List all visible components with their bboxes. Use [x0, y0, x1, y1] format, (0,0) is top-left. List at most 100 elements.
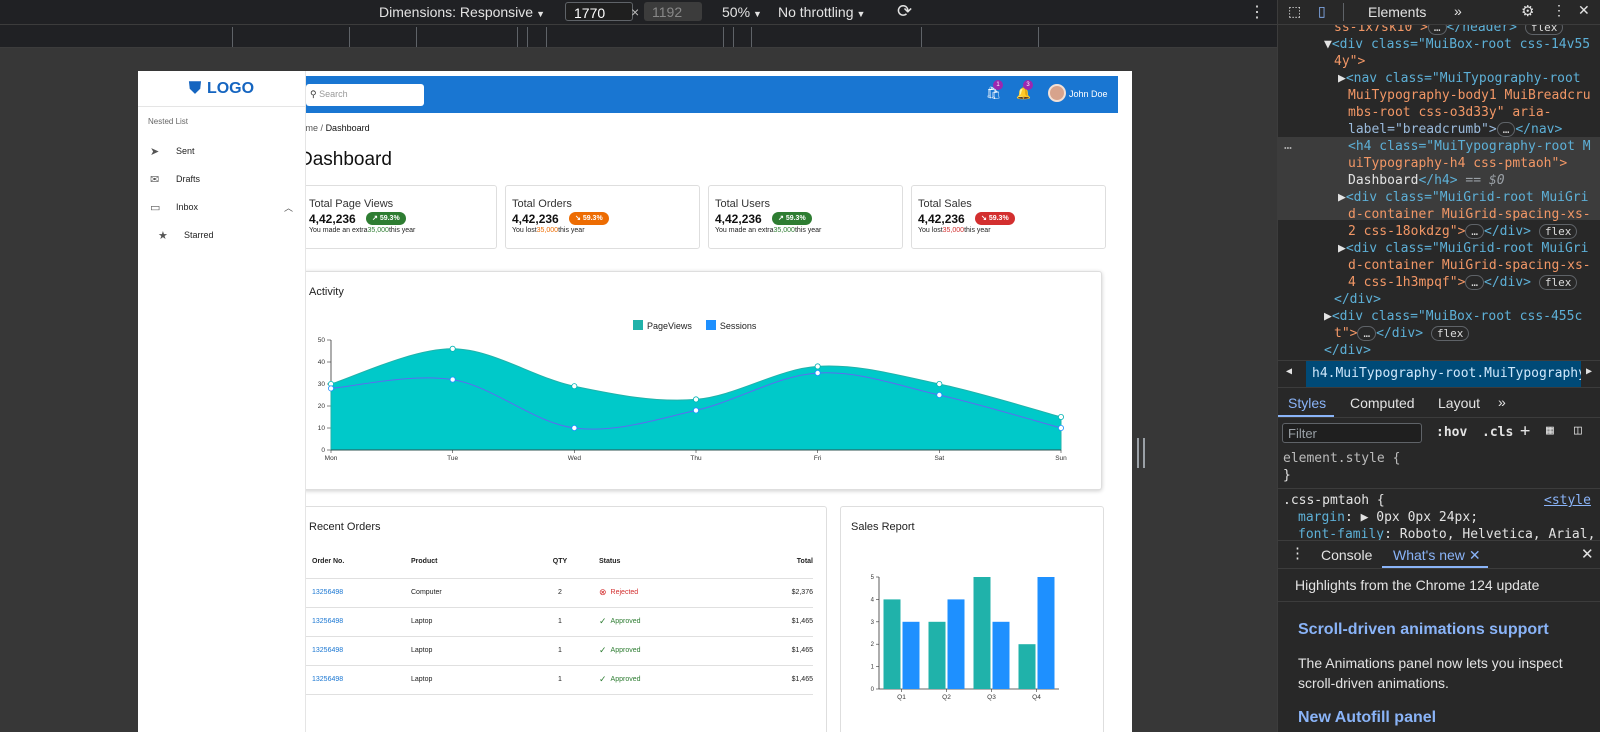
order-number-cell[interactable]: 13256498: [303, 665, 411, 695]
sidebar-item-starred[interactable]: ★ Starred: [138, 221, 305, 249]
check-circle-icon: ✓: [599, 616, 607, 626]
stat-title: Total Users: [715, 198, 771, 210]
dom-line-selected[interactable]: <h4 class="MuiTypography-root M: [1348, 138, 1591, 155]
data-point[interactable]: [1058, 413, 1065, 420]
dom-line[interactable]: ▼<div class="MuiBox-root css-14v55: [1324, 36, 1590, 53]
add-rule-icon[interactable]: +: [1520, 421, 1530, 441]
order-number-cell[interactable]: 13256498: [303, 636, 411, 666]
data-point[interactable]: [449, 376, 456, 383]
data-point[interactable]: [936, 381, 943, 388]
order-link[interactable]: 13256498: [312, 589, 343, 596]
table-row[interactable]: 13256498 Computer 2 ⊗ Rejected $2,376: [303, 578, 813, 608]
rotate-icon[interactable]: ⟳: [897, 1, 912, 22]
data-point[interactable]: [692, 396, 699, 403]
cart-button[interactable]: 🛍 1: [986, 80, 1003, 100]
data-point[interactable]: [692, 407, 699, 414]
drawer-menu-icon[interactable]: ⋮: [1290, 544, 1305, 562]
hov-toggle[interactable]: :hov: [1436, 425, 1467, 440]
dom-line[interactable]: ss-1x7sk10">… </header> flex: [1334, 25, 1564, 36]
tab-computed[interactable]: Computed: [1350, 395, 1415, 411]
sidebar-item-inbox[interactable]: ▭ Inbox ︿: [138, 193, 305, 221]
tab-elements[interactable]: Elements: [1368, 4, 1426, 20]
data-point[interactable]: [814, 370, 821, 377]
zoom-dropdown[interactable]: 50% ▼: [722, 4, 762, 20]
dom-breadcrumb-item[interactable]: h4.MuiTypography-root.MuiTypography-h4: [1306, 361, 1581, 387]
sidebar-item-drafts[interactable]: ✉ Drafts: [138, 165, 305, 193]
bar[interactable]: [973, 577, 991, 689]
dom-line[interactable]: ▶<div class="MuiGrid-root MuiGri: [1338, 240, 1588, 257]
close-icon[interactable]: ✕: [1578, 2, 1590, 19]
user-name[interactable]: John Doe: [1069, 89, 1108, 99]
bar[interactable]: [947, 599, 965, 689]
avatar[interactable]: [1048, 84, 1066, 102]
bar[interactable]: [902, 621, 920, 689]
sidebar-toggle-icon[interactable]: ◫: [1574, 423, 1582, 438]
table-row[interactable]: 13256498 Laptop 1 ✓ Approved $1,465: [303, 636, 813, 666]
tab-whats-new[interactable]: What's new ✕: [1393, 547, 1481, 564]
zoom-label: 50%: [722, 4, 751, 20]
inspect-icon[interactable]: ⬚: [1288, 3, 1301, 20]
more-options-icon[interactable]: ⋮: [1552, 2, 1566, 19]
data-point[interactable]: [327, 385, 334, 392]
data-point[interactable]: [571, 383, 578, 390]
x-tick-label: Wed: [568, 455, 582, 462]
data-point[interactable]: [449, 345, 456, 352]
dom-line[interactable]: ▶<nav class="MuiTypography-root: [1338, 70, 1581, 87]
order-link[interactable]: 13256498: [312, 618, 343, 625]
table-row[interactable]: 13256498 Laptop 1 ✓ Approved $1,465: [303, 665, 813, 695]
style-declaration[interactable]: margin: ▶ 0px 0px 24px;: [1278, 509, 1600, 526]
more-tabs-icon[interactable]: »: [1454, 3, 1462, 19]
data-point[interactable]: [814, 363, 821, 370]
tab-styles[interactable]: Styles: [1288, 395, 1326, 411]
dom-line: d-container MuiGrid-spacing-xs-: [1348, 258, 1591, 273]
style-rule: element.style {: [1283, 451, 1401, 466]
page-title-text: Dashboard: [299, 149, 392, 170]
bar[interactable]: [883, 599, 901, 689]
close-icon[interactable]: ✕: [1469, 547, 1481, 563]
order-number-cell[interactable]: 13256498: [303, 578, 411, 608]
bar[interactable]: [928, 621, 946, 689]
tab-console[interactable]: Console: [1321, 547, 1372, 563]
x-tick-label: Thu: [690, 455, 702, 462]
dom-line[interactable]: ▶<div class="MuiBox-root css-455c: [1324, 308, 1582, 325]
bar[interactable]: [1018, 644, 1036, 689]
close-drawer-icon[interactable]: ✕: [1581, 545, 1594, 563]
gear-icon[interactable]: ⚙: [1521, 2, 1534, 20]
dom-line[interactable]: ▶<div class="MuiGrid-root MuiGri: [1338, 189, 1588, 206]
width-input[interactable]: 1770: [565, 2, 633, 21]
height-input[interactable]: 1192: [644, 2, 702, 21]
dropdown-arrow-icon: ▼: [856, 9, 866, 19]
y-tick-label: 20: [318, 403, 326, 410]
resize-handle[interactable]: [1137, 438, 1145, 468]
logo[interactable]: ⛊ LOGO: [138, 71, 305, 107]
throttling-dropdown[interactable]: No throttling ▼: [778, 4, 865, 20]
search-input[interactable]: ⚲ Search: [306, 84, 424, 106]
order-link[interactable]: 13256498: [312, 647, 343, 654]
dimensions-dropdown[interactable]: Dimensions: Responsive ▼: [379, 4, 545, 20]
chevron-up-icon: ︿: [283, 202, 293, 213]
more-tabs-icon[interactable]: »: [1498, 394, 1506, 410]
bar[interactable]: [1037, 577, 1055, 689]
tab-layout[interactable]: Layout: [1438, 395, 1480, 411]
next-feature-link[interactable]: New Autofill panel: [1298, 709, 1436, 727]
bar[interactable]: [992, 621, 1010, 689]
node-actions-icon[interactable]: …: [1284, 137, 1292, 154]
table-row[interactable]: 13256498 Laptop 1 ✓ Approved $1,465: [303, 607, 813, 637]
paint-brush-icon[interactable]: ▦: [1546, 423, 1554, 438]
cls-toggle[interactable]: .cls: [1482, 425, 1513, 440]
order-number-cell[interactable]: 13256498: [303, 607, 411, 637]
feature-title-link[interactable]: Scroll-driven animations support: [1298, 621, 1549, 639]
dimensions-label: Dimensions: Responsive: [379, 4, 534, 20]
data-point[interactable]: [571, 424, 578, 431]
notifications-button[interactable]: 🔔 3: [1016, 80, 1033, 100]
device-toggle-icon[interactable]: ▯: [1318, 3, 1326, 20]
data-point[interactable]: [1058, 424, 1065, 431]
order-link[interactable]: 13256498: [312, 676, 343, 683]
chevron-right-icon[interactable]: ▶: [1586, 366, 1592, 377]
data-point[interactable]: [936, 392, 943, 399]
chevron-left-icon[interactable]: ◀: [1286, 366, 1292, 377]
sidebar-item-sent[interactable]: ➤ Sent: [138, 137, 305, 165]
more-options-icon[interactable]: ⋮: [1249, 2, 1265, 22]
styles-filter-input[interactable]: Filter: [1282, 423, 1422, 443]
style-source-link[interactable]: <style: [1544, 492, 1591, 509]
